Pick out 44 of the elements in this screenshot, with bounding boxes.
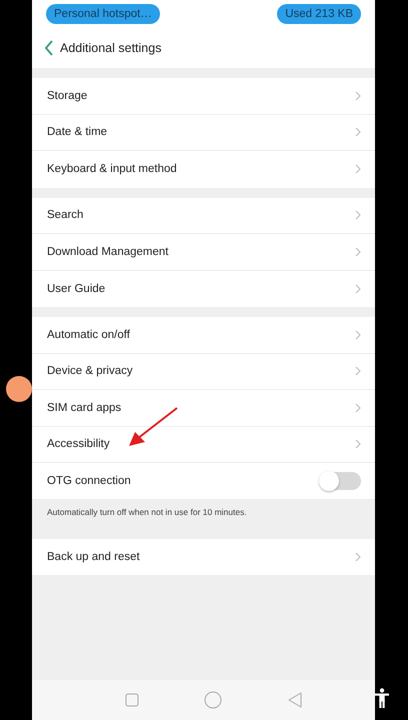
chevron-icon (355, 402, 361, 413)
chevron-icon (355, 552, 361, 562)
chevron-icon (355, 127, 361, 138)
chevron-icon (355, 366, 361, 376)
settings-row[interactable]: Back up and reset (32, 538, 375, 575)
row-label: Date & time (47, 126, 108, 138)
row-label: Search (47, 209, 84, 222)
row-label: Accessibility (47, 438, 110, 450)
back-icon[interactable] (288, 692, 302, 708)
accessibility-icon[interactable] (375, 688, 389, 708)
row-label: Keyboard & input method (47, 163, 177, 176)
settings-row[interactable]: Automatic on/off (32, 317, 375, 354)
chevron-icon (355, 284, 361, 294)
row-label: User Guide (47, 282, 106, 295)
data-usage-pill: Used 213 KB (277, 4, 361, 24)
row-label: Storage (47, 90, 88, 102)
recents-icon[interactable] (124, 693, 139, 707)
row-label: SIM card apps (47, 402, 122, 414)
screen-title: Additional settings (60, 41, 162, 55)
row-label: Back up and reset (47, 550, 140, 563)
chevron-icon (355, 439, 361, 450)
home-icon[interactable] (204, 691, 222, 709)
row-label: OTG connection (47, 474, 131, 487)
annotation-arrow (127, 406, 179, 448)
row-label: Automatic on/off (47, 328, 130, 341)
note-text: Automatically turn off when not in use for 10 minutes. (32, 500, 375, 528)
settings-row[interactable]: Search (32, 198, 375, 234)
settings-row[interactable]: Device & privacy (32, 354, 375, 390)
row-label: Device & privacy (47, 365, 133, 378)
settings-row[interactable]: Download Management (32, 234, 375, 270)
chevron-icon (355, 90, 361, 101)
row-label: Download Management (47, 246, 168, 258)
settings-row[interactable]: Storage (32, 78, 375, 114)
settings-row[interactable]: Keyboard & input method (32, 151, 375, 188)
settings-row[interactable]: Date & time (32, 114, 375, 151)
settings-row[interactable]: User Guide (32, 270, 375, 307)
chevron-icon (355, 210, 361, 220)
chevron-icon (355, 164, 361, 174)
chevron-icon (355, 246, 361, 257)
hotspot-pill: Personal hotspot… (46, 4, 160, 24)
settings-row[interactable]: SIM card apps (32, 390, 375, 426)
back-icon[interactable] (44, 40, 54, 56)
chevron-icon (355, 330, 361, 340)
touch-indicator (6, 376, 32, 402)
